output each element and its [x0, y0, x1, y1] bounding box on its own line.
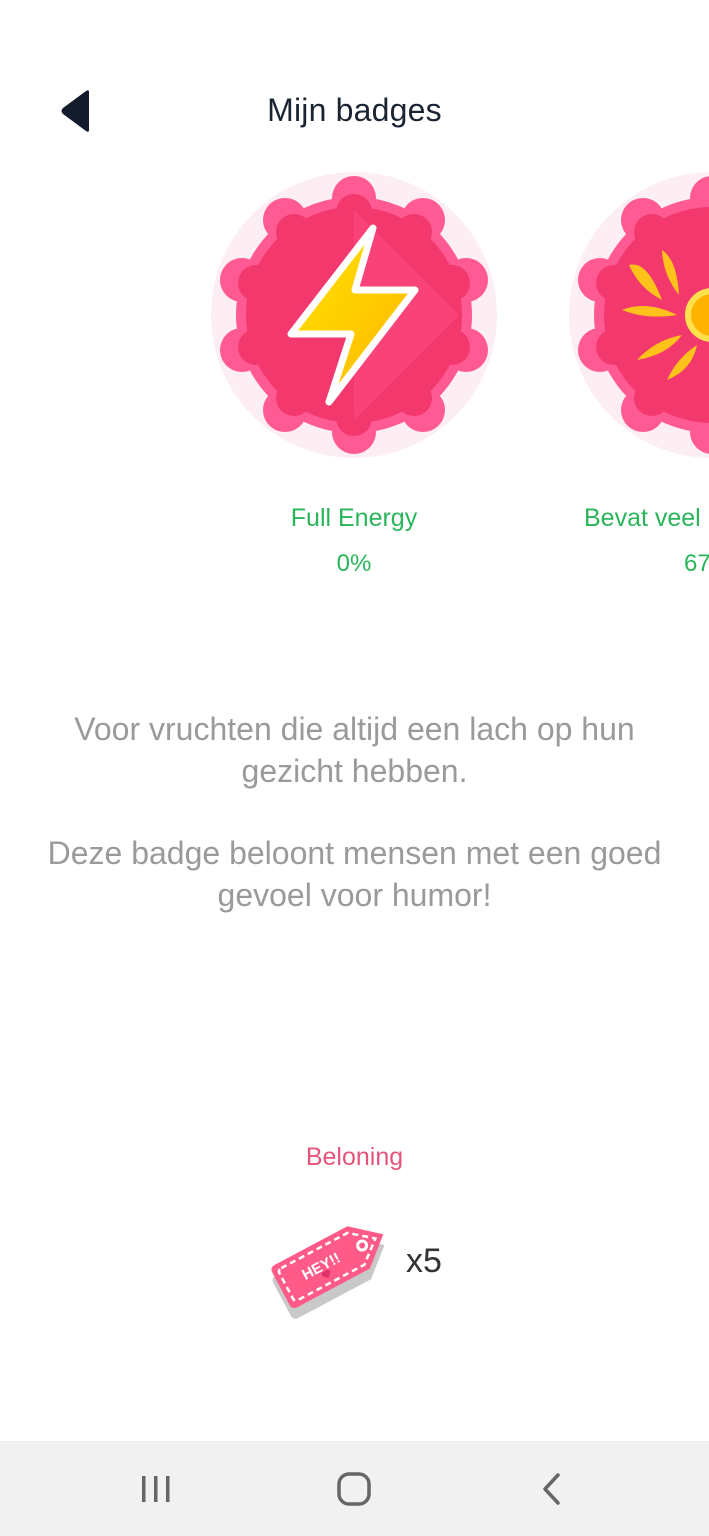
sun-rays-icon — [569, 172, 709, 458]
reward-title: Beloning — [305, 1143, 404, 1171]
reward-count: x5 — [406, 1241, 442, 1280]
home-button[interactable] — [324, 1461, 384, 1517]
home-icon — [337, 1472, 371, 1506]
badge-card-full-energy[interactable]: Full Energy 0% — [209, 170, 499, 590]
badges-screen: Mijn badges Full Energy 0% Bevat veel 67… — [0, 0, 709, 1536]
description-line-2: Deze badge beloont mensen met een goed g… — [47, 835, 662, 913]
nav-back-icon — [543, 1473, 560, 1505]
price-tag-icon: HEY!! — [271, 1226, 385, 1319]
page-title: Mijn badges — [267, 92, 442, 128]
badge-description: Voor vruchten die altijd een lach op hun… — [30, 708, 679, 956]
lightning-bolt-icon — [211, 172, 497, 458]
badge-name: Full Energy — [290, 504, 418, 532]
recents-icon — [142, 1476, 170, 1502]
badge-carousel[interactable]: Full Energy 0% Bevat veel 67 — [0, 170, 709, 590]
recents-button[interactable] — [126, 1461, 186, 1517]
system-navigation-bar — [0, 1441, 709, 1536]
reward-row: HEY!! x5 — [262, 1196, 442, 1326]
description-line-1: Voor vruchten die altijd een lach op hun… — [74, 711, 635, 789]
system-back-button[interactable] — [522, 1461, 582, 1517]
badge-progress: 67 — [684, 550, 709, 577]
badge-progress: 0% — [336, 550, 372, 577]
badge-card-bevat-veel[interactable]: Bevat veel 67 — [567, 170, 709, 590]
badge-name: Bevat veel — [584, 504, 701, 532]
